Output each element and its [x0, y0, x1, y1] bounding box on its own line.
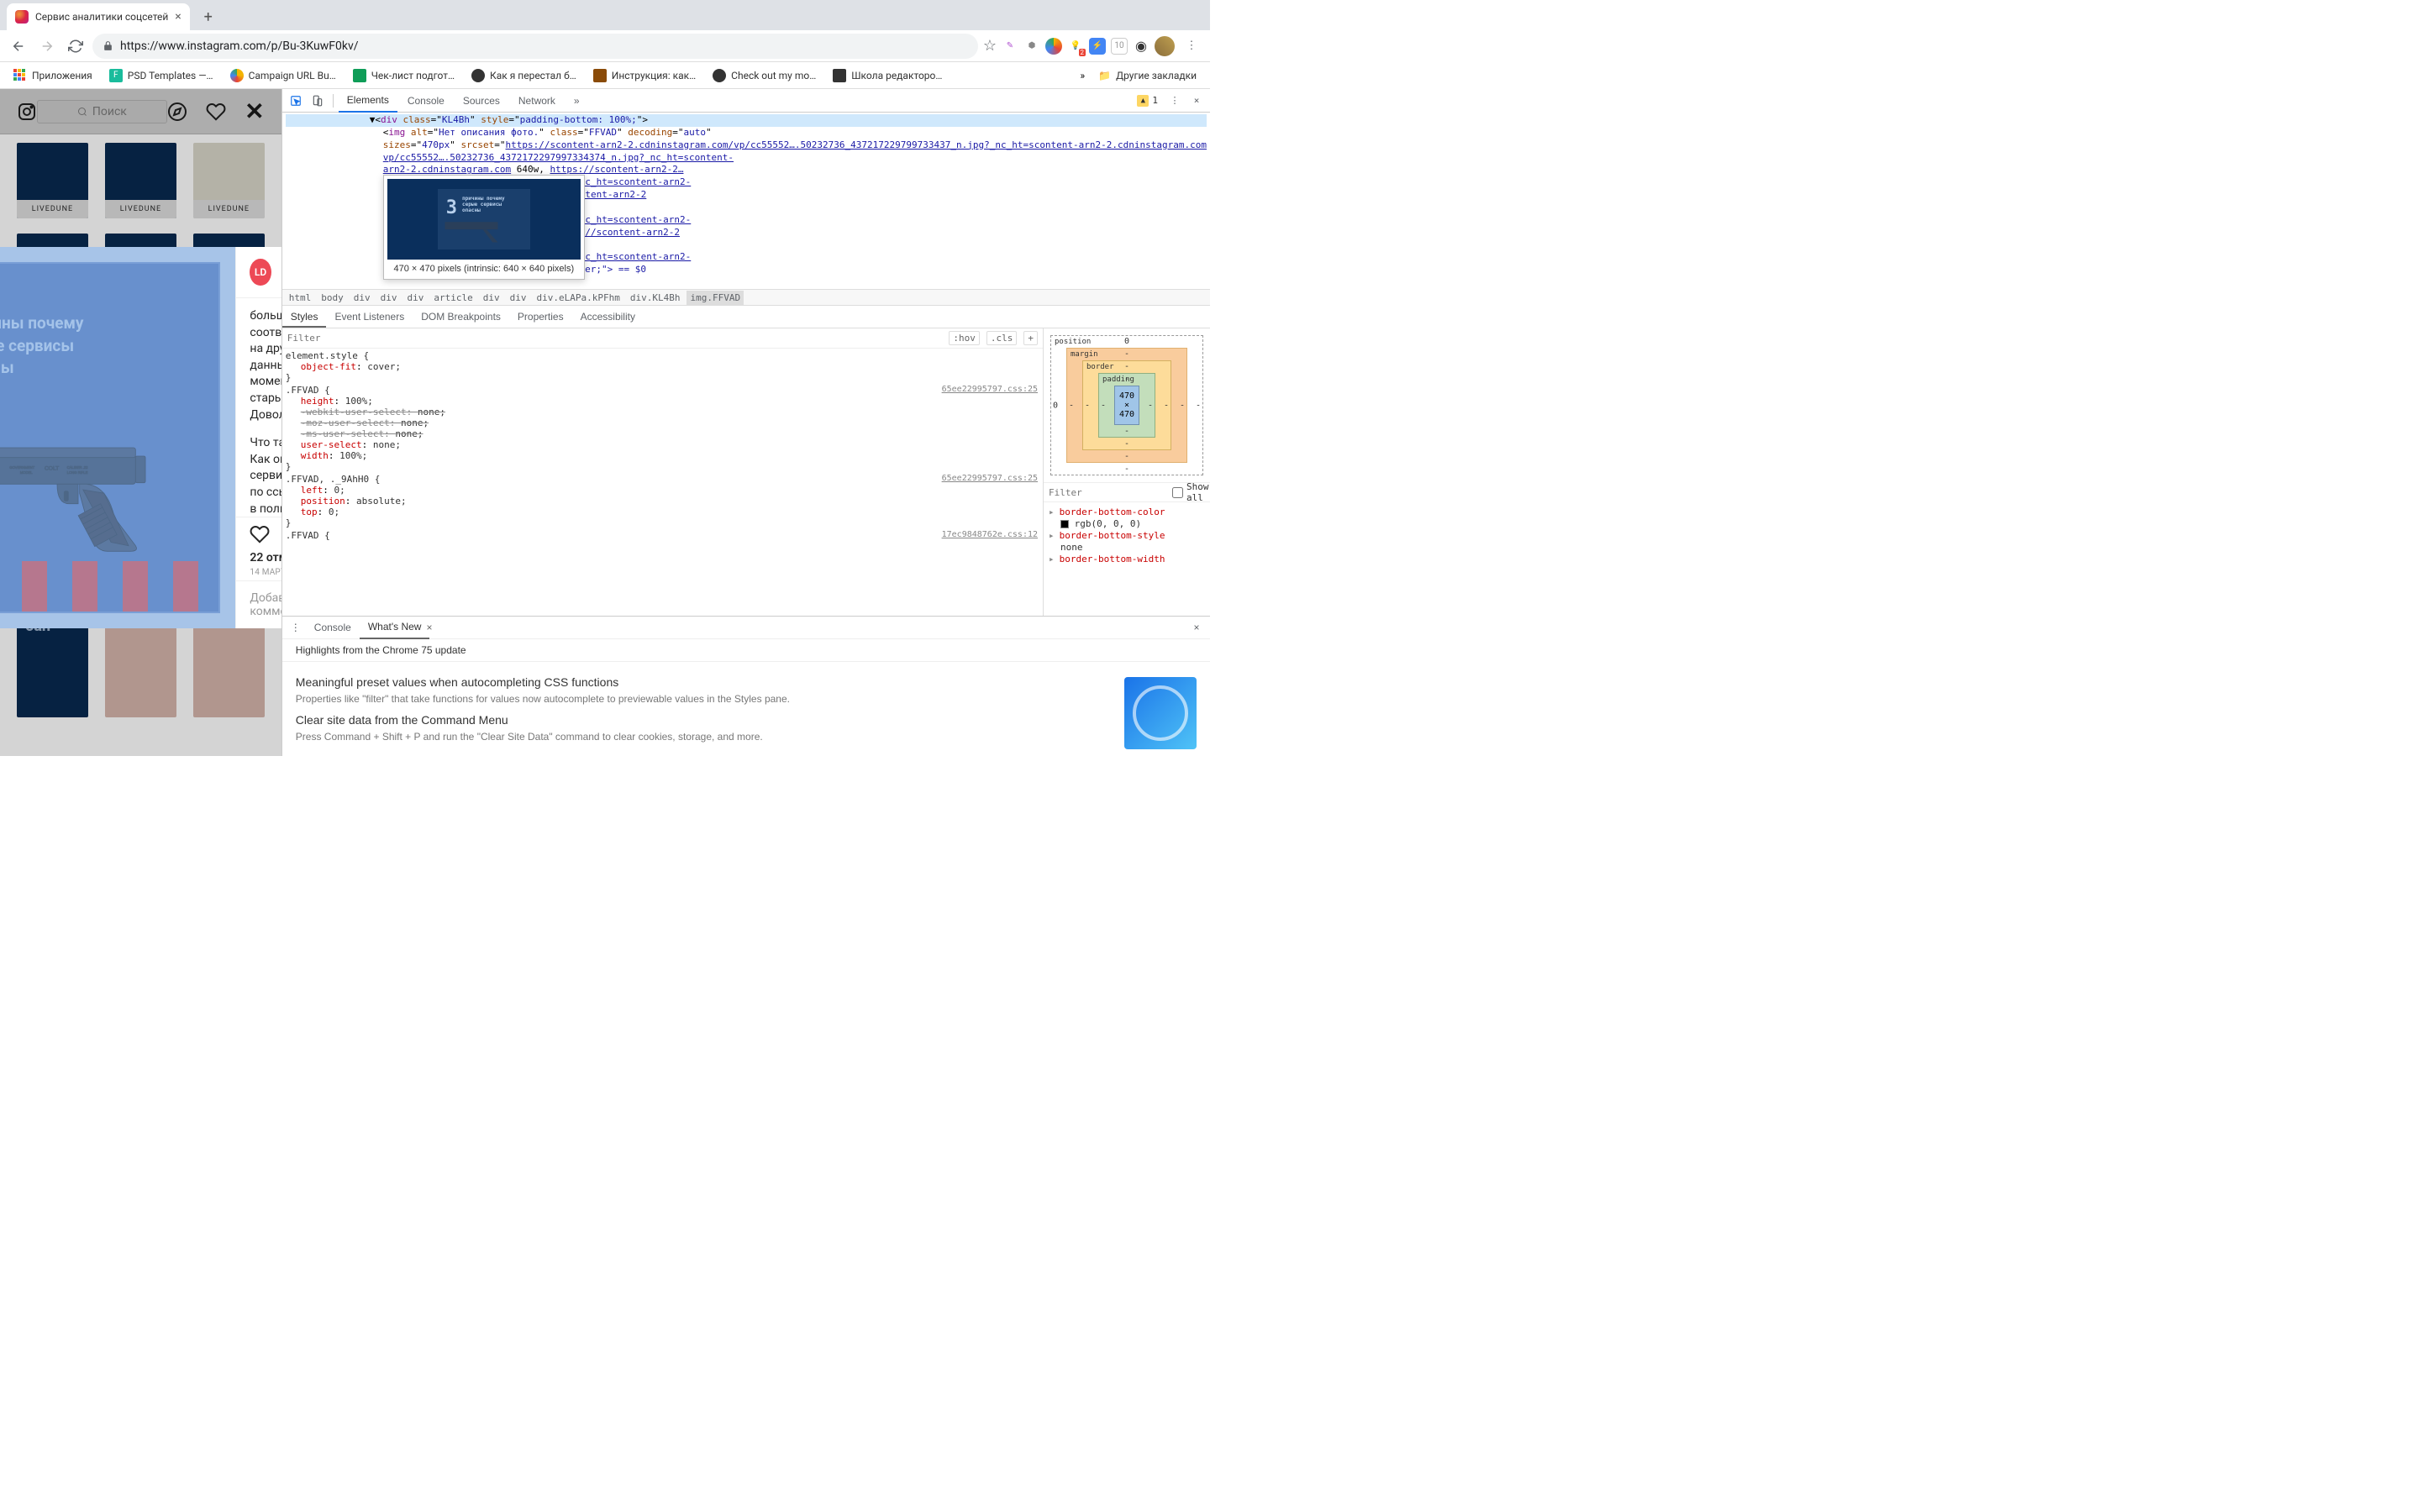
bookmarks-bar: Приложения FPSD Templates —… Campaign UR…	[0, 62, 1210, 89]
other-bookmarks[interactable]: 📁 Другие закладки	[1092, 66, 1203, 85]
styles-filter-input[interactable]	[287, 333, 943, 344]
drawer-tab-console[interactable]: Console	[306, 617, 360, 638]
show-all-checkbox[interactable]	[1172, 487, 1183, 498]
cls-toggle[interactable]: .cls	[986, 331, 1018, 345]
devtools-settings-button[interactable]: ⋮	[1165, 91, 1185, 111]
styles-subtabs: Styles Event Listeners DOM Breakpoints P…	[282, 306, 1210, 328]
post-caption: больше не работает. Вы, соответственно, …	[236, 298, 281, 517]
bookmark-item[interactable]: Campaign URL Bu…	[224, 66, 343, 86]
drawer-banner: Highlights from the Chrome 75 update	[282, 639, 1210, 662]
close-tab-icon[interactable]: ×	[175, 10, 181, 24]
bookmark-favicon	[593, 69, 607, 82]
new-rule-button[interactable]: +	[1023, 331, 1038, 345]
computed-filter-input[interactable]	[1049, 487, 1172, 498]
back-button[interactable]	[7, 34, 30, 58]
browser-tab[interactable]: Сервис аналитики соцсетей ×	[7, 3, 190, 30]
drawer-close-button[interactable]: ×	[1186, 617, 1207, 638]
device-toggle-button[interactable]	[308, 91, 328, 111]
bookmark-item[interactable]: Как я перестал б…	[465, 66, 583, 86]
computed-panel: position 0 0 - - margin - - - -	[1044, 328, 1210, 616]
post-actions: 22 отметок "Нравится" 14 МАРТА	[236, 517, 281, 580]
hov-toggle[interactable]: :hov	[949, 331, 980, 345]
lock-icon	[103, 40, 113, 51]
bookmark-favicon	[713, 69, 726, 82]
url-input[interactable]: https://www.instagram.com/p/Bu-3KuwF0kv/	[92, 34, 978, 59]
dom-breadcrumb[interactable]: html body div div div article div div di…	[282, 289, 1210, 306]
warning-count: 1	[1152, 95, 1158, 106]
url-text: https://www.instagram.com/p/Bu-3KuwF0kv/	[120, 39, 359, 53]
inspector-highlight	[0, 262, 220, 613]
drawer-heading-1: Meaningful preset values when autocomple…	[296, 675, 1111, 689]
comment-input[interactable]: Добавьте комментарий...	[250, 591, 281, 618]
devtools-tabs: Elements Console Sources Network » ▲ 1 ⋮…	[282, 89, 1210, 113]
subtab-styles[interactable]: Styles	[282, 306, 327, 328]
tab-sources[interactable]: Sources	[455, 90, 508, 112]
post-date: 14 МАРТА	[250, 568, 281, 577]
page-viewport: Поиск ✕ LIVEDUNE LIVEDUNE LIVEDUNE	[0, 89, 281, 756]
subtab-properties[interactable]: Properties	[509, 306, 572, 328]
ext-icon-6[interactable]: 10	[1111, 38, 1128, 55]
bookmarks-overflow-button[interactable]: »	[1081, 70, 1086, 81]
apps-icon	[13, 69, 27, 82]
tab-network[interactable]: Network	[510, 90, 564, 112]
bookmark-item[interactable]: Чек-лист подгот…	[346, 66, 461, 86]
subtab-dom-breakpoints[interactable]: DOM Breakpoints	[413, 306, 509, 328]
tabs-overflow[interactable]: »	[566, 90, 588, 112]
tab-console[interactable]: Console	[399, 90, 453, 112]
post-header: LD livedune • Подписаться •••	[236, 247, 281, 298]
drawer-tab-whatsnew[interactable]: What's New	[360, 616, 430, 639]
warning-badge[interactable]: ▲	[1137, 95, 1149, 107]
forward-button[interactable]	[35, 34, 59, 58]
ext-icon-5[interactable]: ⚡	[1089, 38, 1106, 55]
ext-icon-4[interactable]: 💡2	[1067, 38, 1084, 55]
post-modal-wrap: ‹ › img.FFVAD 470 × 470 3 причины почему	[0, 89, 281, 756]
menu-button[interactable]: ⋮	[1180, 34, 1203, 58]
drawer-menu-button[interactable]: ⋮	[286, 617, 306, 638]
likes-count[interactable]: 22 отметок "Нравится"	[250, 551, 281, 564]
bookmark-favicon	[833, 69, 846, 82]
devtools-panel: Elements Console Sources Network » ▲ 1 ⋮…	[281, 89, 1210, 756]
post-modal: img.FFVAD 470 × 470 3 причины почему сер…	[0, 247, 281, 628]
subtab-event-listeners[interactable]: Event Listeners	[326, 306, 413, 328]
bookmark-item[interactable]: Check out my mo…	[706, 66, 823, 86]
profile-avatar[interactable]	[1155, 36, 1175, 56]
reload-button[interactable]	[64, 34, 87, 58]
bookmark-favicon: F	[109, 69, 123, 82]
bookmark-item[interactable]: Школа редакторо…	[826, 66, 949, 86]
subtab-accessibility[interactable]: Accessibility	[572, 306, 644, 328]
new-tab-button[interactable]: +	[197, 5, 220, 29]
ext-icon-7[interactable]: ◉	[1133, 38, 1150, 55]
bookmark-apps[interactable]: Приложения	[7, 66, 99, 86]
tab-strip: Сервис аналитики соцсетей × +	[0, 0, 1210, 30]
instagram-favicon	[15, 10, 29, 24]
devtools-drawer: ⋮ Console What's New × × Highlights from…	[282, 616, 1210, 756]
elements-tree[interactable]: ▼<div class="KL4Bh" style="padding-botto…	[282, 113, 1210, 289]
bookmark-favicon	[353, 69, 366, 82]
devtools-close-button[interactable]: ×	[1186, 91, 1207, 111]
bookmark-item[interactable]: Инструкция: как…	[587, 66, 702, 86]
bookmark-favicon	[230, 69, 244, 82]
drawer-tab-close[interactable]: ×	[426, 622, 432, 633]
address-bar: https://www.instagram.com/p/Bu-3KuwF0kv/…	[0, 30, 1210, 62]
inspect-element-button[interactable]	[286, 91, 306, 111]
star-icon[interactable]: ☆	[983, 37, 997, 55]
tab-title: Сервис аналитики соцсетей	[35, 11, 168, 23]
author-avatar[interactable]: LD	[250, 259, 271, 286]
post-image[interactable]: 3 причины почему серые сервисы опасны	[0, 247, 235, 628]
ext-icon-1[interactable]: ✎	[1002, 38, 1018, 55]
image-hover-preview: 3 причины почемусерые сервисыопасны 470 …	[383, 175, 585, 280]
styles-panel: :hov .cls + element.style { object-fit: …	[282, 328, 1044, 616]
folder-icon: 📁	[1098, 70, 1111, 81]
styles-rules[interactable]: element.style { object-fit: cover; } 65e…	[282, 349, 1043, 616]
bookmark-favicon	[471, 69, 485, 82]
ext-icon-3[interactable]	[1045, 38, 1062, 55]
drawer-heading-2: Clear site data from the Command Menu	[296, 713, 1111, 727]
computed-properties[interactable]: ▸border-bottom-color rgb(0, 0, 0) ▸borde…	[1044, 502, 1210, 569]
like-button[interactable]	[250, 524, 270, 544]
tab-elements[interactable]: Elements	[339, 89, 397, 113]
ext-icon-2[interactable]: ⬢	[1023, 38, 1040, 55]
bookmark-item[interactable]: FPSD Templates —…	[103, 66, 220, 86]
box-model[interactable]: position 0 0 - - margin - - - -	[1044, 328, 1210, 482]
drawer-illustration	[1124, 677, 1197, 749]
